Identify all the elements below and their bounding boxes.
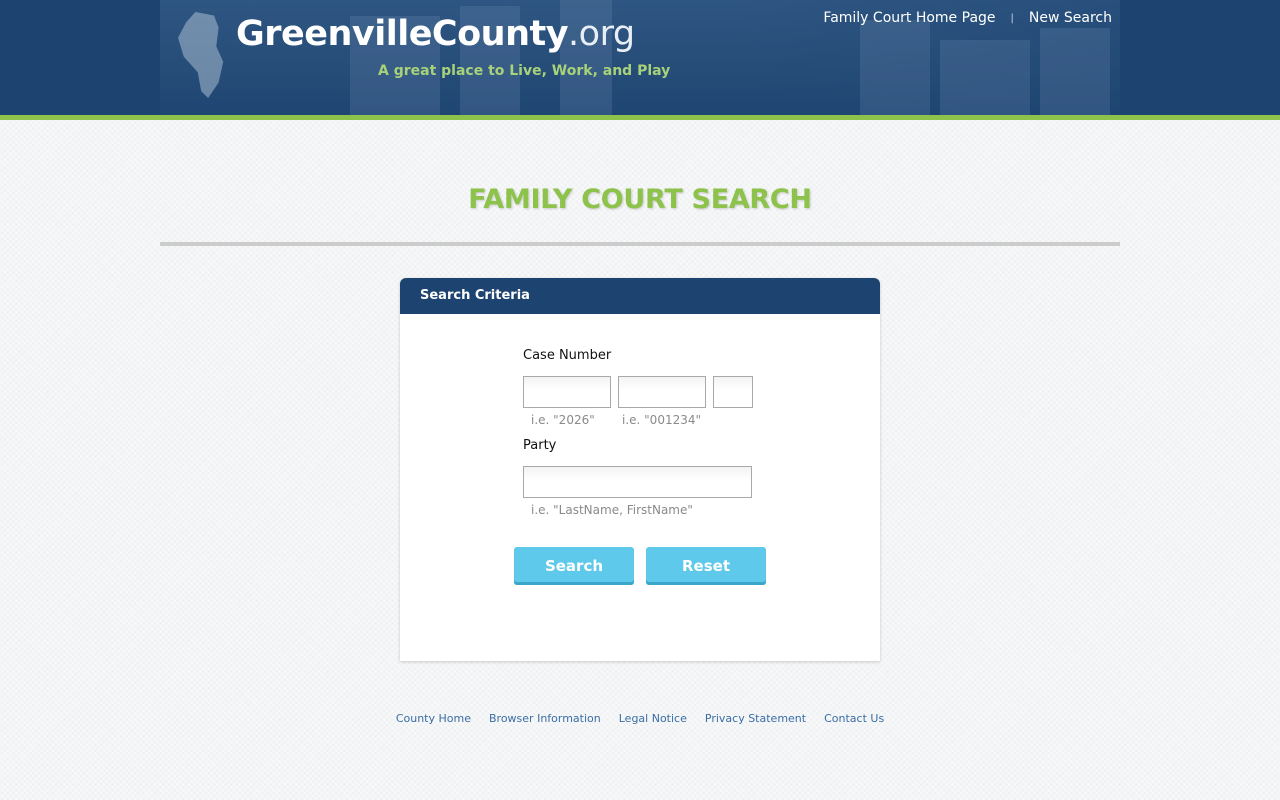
case-number-label: Case Number bbox=[523, 348, 612, 363]
search-button[interactable]: Search bbox=[514, 547, 634, 585]
case-year-input[interactable] bbox=[523, 376, 611, 408]
footer-link-contact-us[interactable]: Contact Us bbox=[824, 712, 884, 725]
footer-link-browser-information[interactable]: Browser Information bbox=[489, 712, 601, 725]
footer-link-privacy-statement[interactable]: Privacy Statement bbox=[705, 712, 806, 725]
party-input[interactable] bbox=[523, 466, 752, 498]
search-criteria-panel: Search Criteria Case Number i.e. "2026" … bbox=[400, 278, 880, 661]
family-court-home-link[interactable]: Family Court Home Page bbox=[823, 10, 995, 26]
new-search-link[interactable]: New Search bbox=[1029, 10, 1112, 26]
title-divider bbox=[160, 242, 1120, 246]
site-logo[interactable]: GreenvilleCounty.org bbox=[236, 14, 635, 54]
nav-separator: | bbox=[1010, 12, 1014, 24]
party-label: Party bbox=[523, 438, 557, 453]
case-number-hint: i.e. "001234" bbox=[622, 413, 702, 427]
page-title: FAMILY COURT SEARCH bbox=[468, 184, 812, 215]
reset-button[interactable]: Reset bbox=[646, 547, 766, 585]
site-tagline: A great place to Live, Work, and Play bbox=[378, 63, 671, 79]
footer-link-county-home[interactable]: County Home bbox=[396, 712, 471, 725]
top-navigation: Family Court Home Page | New Search bbox=[823, 10, 1112, 26]
footer-link-legal-notice[interactable]: Legal Notice bbox=[619, 712, 687, 725]
logo-main-text: GreenvilleCounty bbox=[236, 14, 569, 54]
case-suffix-input[interactable] bbox=[713, 376, 753, 408]
header-accent-bar bbox=[0, 115, 1280, 120]
panel-title: Search Criteria bbox=[400, 278, 880, 314]
logo-suffix-text: .org bbox=[568, 14, 635, 54]
party-hint: i.e. "LastName, FirstName" bbox=[531, 503, 693, 517]
county-map-icon bbox=[178, 12, 224, 98]
site-footer: County Home Browser Information Legal No… bbox=[0, 712, 1280, 725]
case-year-hint: i.e. "2026" bbox=[531, 413, 595, 427]
site-header: GreenvilleCounty.org A great place to Li… bbox=[0, 0, 1280, 115]
case-number-input[interactable] bbox=[618, 376, 706, 408]
